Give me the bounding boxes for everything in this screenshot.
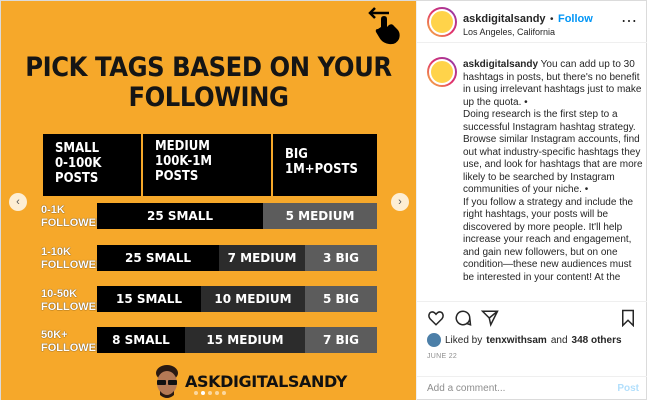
carousel-dot — [201, 391, 205, 395]
table-row: 15 SMALL 10 MEDIUM 5 BIG — [97, 286, 377, 312]
headline-line-1: PICK TAGS BASED ON YOUR — [25, 52, 392, 83]
table-row: 25 SMALL 7 MEDIUM 3 BIG — [97, 245, 377, 271]
bookmark-icon[interactable] — [619, 309, 637, 327]
small-cell: 15 SMALL — [97, 286, 201, 312]
header-small-line: POSTS — [55, 171, 99, 186]
chevron-left-icon: ‹ — [16, 196, 20, 208]
small-cell: 25 SMALL — [97, 203, 263, 229]
header-small-line: 0-100K — [55, 156, 102, 171]
headline-line-2: FOLLOWING — [128, 82, 289, 113]
liker-avatar[interactable] — [427, 333, 441, 347]
header-user-block: askdigitalsandy • Follow Los Angeles, Ca… — [463, 9, 593, 37]
carousel-dot — [222, 391, 226, 395]
avatar-illustration — [156, 365, 178, 398]
big-cell: 7 BIG — [305, 327, 377, 353]
header-big-line: BIG — [285, 147, 308, 162]
post-comment-button[interactable]: Post — [617, 383, 639, 394]
comment-input[interactable]: Add a comment... — [427, 383, 505, 394]
liked-and: and — [550, 334, 568, 346]
medium-cell: 10 MEDIUM — [201, 286, 305, 312]
chevron-right-icon: › — [398, 196, 402, 208]
header-big: BIG 1M+POSTS — [273, 134, 377, 196]
header-medium: MEDIUM 100K-1M POSTS — [143, 134, 273, 196]
next-slide-button[interactable]: › — [391, 193, 409, 211]
liked-count[interactable]: 348 others — [572, 335, 622, 346]
liked-prefix: Liked by — [445, 334, 483, 346]
post-image: PICK TAGS BASED ON YOUR FOLLOWING SMALL … — [1, 1, 416, 400]
liked-user[interactable]: tenxwithsam — [486, 335, 547, 346]
table-header-row: SMALL 0-100K POSTS MEDIUM 100K-1M POSTS … — [43, 134, 377, 196]
header-username[interactable]: askdigitalsandy — [463, 13, 546, 25]
post-caption: askdigitalsandy You can add up to 30 has… — [463, 59, 645, 284]
carousel-dot — [208, 391, 212, 395]
like-heart-icon[interactable] — [427, 309, 445, 327]
carousel-dot — [215, 391, 219, 395]
caption-username[interactable]: askdigitalsandy — [463, 59, 538, 70]
avatar-image — [429, 9, 455, 35]
medium-cell: 15 MEDIUM — [185, 327, 305, 353]
separator-dot: • — [550, 14, 554, 25]
back-arrow-hand-icon[interactable] — [367, 5, 407, 47]
action-bar — [417, 301, 647, 331]
small-cell: 8 SMALL — [97, 327, 185, 353]
share-icon[interactable] — [481, 309, 499, 327]
instagram-post-modal: PICK TAGS BASED ON YOUR FOLLOWING SMALL … — [0, 0, 647, 400]
header-medium-line: POSTS — [155, 169, 199, 184]
header-medium-line: MEDIUM — [155, 139, 210, 154]
table-row: 8 SMALL 15 MEDIUM 7 BIG — [97, 327, 377, 353]
liked-by: Liked by tenxwithsam and 348 others — [427, 333, 622, 347]
medium-cell: 7 MEDIUM — [219, 245, 305, 271]
prev-slide-button[interactable]: ‹ — [9, 193, 27, 211]
post-header: askdigitalsandy • Follow Los Angeles, Ca… — [417, 1, 647, 43]
comment-icon[interactable] — [454, 309, 472, 327]
comment-bar: Add a comment... Post — [417, 376, 647, 400]
big-cell: 3 BIG — [305, 245, 377, 271]
medium-cell: 5 MEDIUM — [263, 203, 377, 229]
carousel-dot — [194, 391, 198, 395]
big-cell: 5 BIG — [305, 286, 377, 312]
caption-avatar[interactable] — [427, 57, 457, 87]
post-headline: PICK TAGS BASED ON YOUR FOLLOWING — [22, 53, 396, 113]
table-row: 25 SMALL 5 MEDIUM — [97, 203, 377, 229]
caption-text: You can add up to 30 hashtags in posts, … — [463, 59, 643, 283]
follow-button[interactable]: Follow — [558, 13, 593, 25]
avatar[interactable] — [427, 7, 457, 37]
location-link[interactable]: Los Angeles, California — [463, 27, 593, 37]
header-small: SMALL 0-100K POSTS — [43, 134, 143, 196]
post-sidebar: askdigitalsandy • Follow Los Angeles, Ca… — [416, 1, 647, 400]
avatar-image — [429, 59, 455, 85]
post-date[interactable]: JUNE 22 — [427, 353, 457, 360]
header-small-line: SMALL — [55, 141, 100, 156]
header-big-line: 1M+POSTS — [285, 162, 358, 177]
small-cell: 25 SMALL — [97, 245, 219, 271]
brand-name: ASKDIGITALSANDY — [185, 372, 347, 391]
more-options-icon[interactable]: ⋯ — [621, 11, 637, 31]
carousel-indicator — [194, 391, 226, 395]
header-medium-line: 100K-1M — [155, 154, 212, 169]
